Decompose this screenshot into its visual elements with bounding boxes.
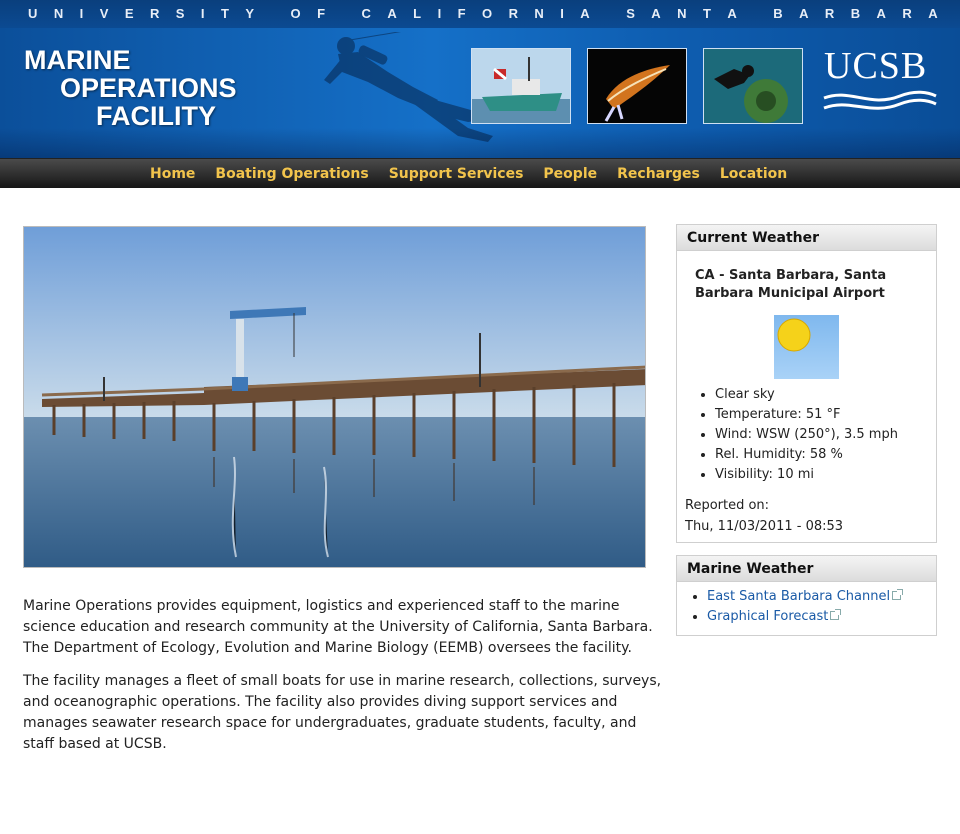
pier-photo xyxy=(23,226,646,568)
nav-boating-operations[interactable]: Boating Operations xyxy=(215,166,368,182)
condition-wind: Wind: WSW (250°), 3.5 mph xyxy=(715,425,898,445)
marine-link-item: East Santa Barbara Channel xyxy=(707,587,904,607)
current-weather-block: Current Weather CA - Santa Barbara, Sant… xyxy=(676,224,937,543)
reported-time: Thu, 11/03/2011 - 08:53 xyxy=(685,519,844,534)
nav-recharges[interactable]: Recharges xyxy=(617,166,700,182)
condition-visibility: Visibility: 10 mi xyxy=(715,465,898,485)
external-link-icon xyxy=(892,589,904,600)
marine-weather-title: Marine Weather xyxy=(677,556,936,582)
nav-people[interactable]: People xyxy=(543,166,597,182)
current-weather-title: Current Weather xyxy=(677,225,936,251)
intro-paragraph: Marine Operations provides equipment, lo… xyxy=(23,598,653,656)
weather-location: CA - Santa Barbara, Santa Barbara Munici… xyxy=(695,268,887,301)
graphical-forecast-link[interactable]: Graphical Forecast xyxy=(707,609,828,624)
diver-thumbnail xyxy=(703,48,803,124)
boat-thumbnail xyxy=(471,48,571,124)
nav-support-services[interactable]: Support Services xyxy=(389,166,524,182)
nav-location[interactable]: Location xyxy=(720,166,787,182)
condition-sky: Clear sky xyxy=(715,385,898,405)
logo-line-2: OPERATIONS xyxy=(60,73,237,103)
logo-line-3: FACILITY xyxy=(96,101,216,131)
condition-temperature: Temperature: 51 °F xyxy=(715,405,898,425)
marine-weather-block: Marine Weather East Santa Barbara Channe… xyxy=(676,555,937,636)
site-logo[interactable]: MARINE OPERATIONS FACILITY xyxy=(24,46,324,130)
logo-line-1: MARINE xyxy=(24,45,131,75)
university-bar: UNIVERSITY OF CALIFORNIA SANTA BARBARA xyxy=(0,0,960,28)
marine-weather-links: East Santa Barbara Channel Graphical For… xyxy=(707,587,904,627)
site-banner: MARINE OPERATIONS FACILITY UCSB xyxy=(0,28,960,158)
ucsb-waves-icon xyxy=(823,90,937,110)
university-name: UNIVERSITY OF CALIFORNIA SANTA BARBARA xyxy=(28,6,938,21)
nudibranch-thumbnail xyxy=(587,48,687,124)
facility-paragraph: The facility manages a fleet of small bo… xyxy=(23,673,662,752)
main-nav: Home Boating Operations Support Services… xyxy=(0,158,960,188)
reported-label: Reported on: xyxy=(685,498,770,513)
external-link-icon xyxy=(830,609,842,620)
marine-link-item: Graphical Forecast xyxy=(707,607,901,627)
ucsb-logo[interactable]: UCSB xyxy=(824,44,940,88)
reported-on: Reported on: Thu, 11/03/2011 - 08:53 xyxy=(685,495,843,537)
clear-sky-icon xyxy=(774,315,839,379)
nav-home[interactable]: Home xyxy=(150,166,195,182)
weather-conditions: Clear sky Temperature: 51 °F Wind: WSW (… xyxy=(715,385,898,485)
east-santa-barbara-channel-link[interactable]: East Santa Barbara Channel xyxy=(707,589,890,604)
condition-humidity: Rel. Humidity: 58 % xyxy=(715,445,898,465)
